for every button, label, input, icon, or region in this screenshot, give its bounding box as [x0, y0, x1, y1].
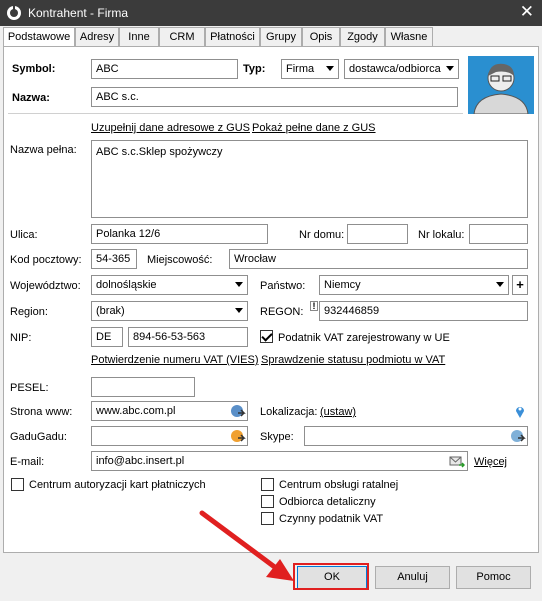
centrum-obslugi-ratalnej-label: Centrum obsługi ratalnej: [279, 479, 399, 491]
nr-domu-label: Nr domu:: [299, 229, 345, 241]
email-value: info@abc.insert.pl: [96, 455, 185, 467]
pesel-field[interactable]: [91, 377, 195, 397]
skype-field[interactable]: [304, 426, 528, 446]
www-label: Strona www:: [10, 406, 73, 418]
email-field[interactable]: info@abc.insert.pl: [91, 451, 468, 471]
vat-status-link[interactable]: Sprawdzenie statusu podmiotu w VAT: [261, 354, 445, 366]
send-email-icon[interactable]: [449, 453, 465, 469]
kod-pocztowy-label: Kod pocztowy:: [10, 254, 82, 266]
nr-lokalu-field[interactable]: [469, 224, 528, 244]
nazwa-pelna-label: Nazwa pełna:: [10, 144, 77, 156]
regon-field[interactable]: 932446859: [319, 301, 528, 321]
gadugadu-field[interactable]: [91, 426, 248, 446]
help-button[interactable]: Pomoc: [456, 566, 531, 589]
map-pin-icon[interactable]: [512, 403, 528, 419]
panstwo-label: Państwo:: [260, 280, 306, 292]
person-icon: [473, 63, 529, 115]
typ-select-value: Firma: [286, 63, 315, 75]
arrow-icon: [199, 510, 294, 581]
www-field[interactable]: www.abc.com.pl: [91, 401, 248, 421]
lokalizacja-label: Lokalizacja:: [260, 406, 318, 418]
email-more-link[interactable]: Więcej: [474, 456, 507, 468]
typ-select[interactable]: Firma: [281, 59, 339, 79]
tab-podstawowe[interactable]: Podstawowe: [3, 27, 75, 48]
tab-adresy[interactable]: Adresy: [75, 27, 119, 47]
wojewodztwo-label: Województwo:: [10, 280, 81, 292]
centrum-autoryzacji-checkbox[interactable]: [11, 478, 24, 491]
close-icon[interactable]: ✕: [520, 2, 534, 22]
skype-icon[interactable]: [510, 428, 526, 444]
nazwa-field[interactable]: ABC s.c.: [91, 87, 458, 107]
region-value: (brak): [96, 305, 125, 317]
nr-lokalu-label: Nr lokalu:: [418, 229, 465, 241]
www-value: www.abc.com.pl: [96, 405, 176, 417]
nip-field[interactable]: 894-56-53-563: [128, 327, 248, 347]
miejscowosc-label: Miejscowość:: [147, 254, 213, 266]
skype-label: Skype:: [260, 431, 294, 443]
tab-grupy[interactable]: Grupy: [260, 27, 302, 47]
tab-crm[interactable]: CRM: [159, 27, 205, 47]
chevron-down-icon: [446, 66, 454, 71]
title-bar: Kontrahent - Firma ✕: [0, 0, 542, 26]
window-title: Kontrahent - Firma: [28, 6, 129, 20]
nip-label: NIP:: [10, 332, 32, 344]
add-country-button[interactable]: +: [512, 275, 528, 295]
divider: [8, 113, 463, 114]
centrum-autoryzacji-label: Centrum autoryzacji kart płatniczych: [29, 479, 206, 491]
lokalizacja-set-link[interactable]: (ustaw): [320, 406, 356, 418]
nip-country-prefix-field[interactable]: DE: [91, 327, 123, 347]
tab-inne[interactable]: Inne: [119, 27, 159, 47]
tab-opis[interactable]: Opis: [302, 27, 340, 47]
regon-label: REGON:: [260, 306, 304, 318]
chevron-down-icon: [496, 282, 504, 287]
tab-zgody[interactable]: Zgody: [340, 27, 385, 47]
open-website-icon[interactable]: [230, 403, 246, 419]
cancel-button[interactable]: Anuluj: [375, 566, 450, 589]
kod-pocztowy-field[interactable]: 54-365: [91, 249, 137, 269]
typ-relation-select[interactable]: dostawca/odbiorca: [344, 59, 459, 79]
centrum-obslugi-ratalnej-checkbox[interactable]: [261, 478, 274, 491]
symbol-label: Symbol:: [12, 63, 56, 75]
nazwa-label: Nazwa:: [12, 92, 50, 104]
gadugadu-label: GaduGadu:: [10, 431, 67, 443]
email-label: E-mail:: [10, 456, 45, 468]
symbol-field[interactable]: ABC: [91, 59, 238, 79]
chevron-down-icon: [326, 66, 334, 71]
ulica-field[interactable]: Polanka 12/6: [91, 224, 268, 244]
panstwo-value: Niemcy: [324, 279, 361, 291]
vat-ue-checkbox[interactable]: [260, 330, 273, 343]
wojewodztwo-value: dolnośląskie: [96, 279, 157, 291]
avatar: [468, 56, 534, 115]
gadugadu-icon[interactable]: [230, 428, 246, 444]
tab-panel-podstawowe: Symbol: ABC Typ: Firma dostawca/odbiorca…: [3, 46, 539, 553]
tab-strip: Podstawowe Adresy Inne CRM Płatności Gru…: [0, 27, 542, 48]
tab-platnosci[interactable]: Płatności: [205, 27, 260, 47]
app-icon: [7, 6, 21, 20]
chevron-down-icon: [235, 308, 243, 313]
nr-domu-field[interactable]: [347, 224, 408, 244]
miejscowosc-field[interactable]: Wrocław: [229, 249, 528, 269]
ulica-label: Ulica:: [10, 229, 38, 241]
typ-label: Typ:: [243, 63, 266, 75]
region-select[interactable]: (brak): [91, 301, 248, 321]
panstwo-select[interactable]: Niemcy: [319, 275, 509, 295]
region-label: Region:: [10, 306, 48, 318]
typ-relation-value: dostawca/odbiorca: [349, 63, 441, 75]
nazwa-pelna-textarea[interactable]: ABC s.c.Sklep spożywczy: [91, 140, 528, 218]
wojewodztwo-select[interactable]: dolnośląskie: [91, 275, 248, 295]
gus-fill-link[interactable]: Uzupełnij dane adresowe z GUS: [91, 122, 250, 134]
chevron-down-icon: [235, 282, 243, 287]
vies-link[interactable]: Potwierdzenie numeru VAT (VIES): [91, 354, 259, 366]
tab-wlasne[interactable]: Własne: [385, 27, 433, 47]
regon-warning-icon: !: [310, 301, 318, 311]
pesel-label: PESEL:: [10, 382, 49, 394]
gus-full-data-link[interactable]: Pokaż pełne dane z GUS: [252, 122, 376, 134]
vat-ue-label: Podatnik VAT zarejestrowany w UE: [278, 332, 450, 344]
